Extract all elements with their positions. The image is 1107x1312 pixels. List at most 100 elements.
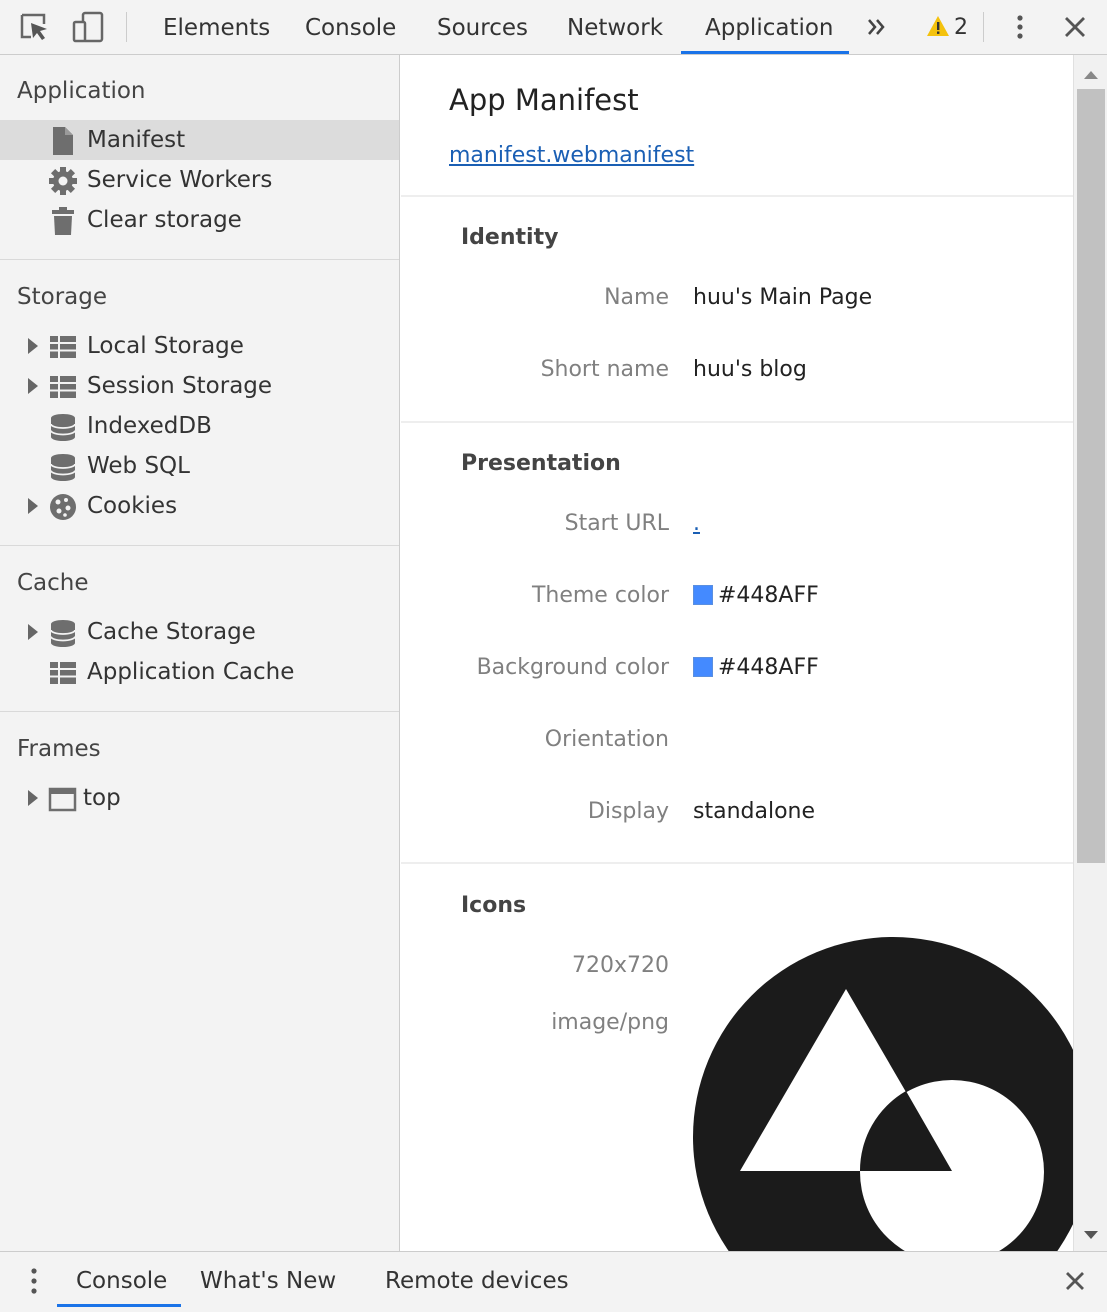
presentation-heading: Presentation (461, 451, 621, 476)
drawer-tab-whats-new[interactable]: What's New (200, 1252, 336, 1310)
short-name-label: Short name (540, 357, 669, 382)
display-value: standalone (693, 799, 816, 824)
section-title-storage: Storage (17, 284, 107, 310)
start-url-label: Start URL (564, 511, 669, 536)
drawer-tab-remote-devices[interactable]: Remote devices (385, 1252, 569, 1310)
scroll-down-arrow-icon[interactable] (1082, 1227, 1100, 1241)
section-title-application: Application (17, 78, 146, 104)
scroll-up-arrow-icon[interactable] (1082, 67, 1100, 81)
sidebar-item-session-storage[interactable]: Session Storage (0, 366, 399, 406)
app-icon-preview (693, 937, 1073, 1251)
sidebar-item-web-sql[interactable]: Web SQL (0, 446, 399, 486)
sidebar-item-label: Service Workers (87, 167, 273, 193)
scrollbar-thumb[interactable] (1077, 89, 1105, 863)
sidebar-item-label: top (83, 785, 121, 811)
warning-icon[interactable] (922, 10, 956, 44)
manifest-file-link[interactable]: manifest.webmanifest (449, 143, 694, 168)
section-divider (401, 862, 1073, 864)
sidebar-item-service-workers[interactable]: Service Workers (0, 160, 399, 200)
frame-icon (48, 784, 78, 814)
grid-icon (48, 372, 78, 402)
grid-icon (48, 658, 78, 688)
page-title: App Manifest (449, 83, 639, 117)
toolbar-separator (983, 12, 984, 42)
grid-icon (48, 332, 78, 362)
tab-network[interactable]: Network (567, 0, 663, 55)
more-options-icon[interactable] (1003, 10, 1037, 44)
tab-sources[interactable]: Sources (437, 0, 528, 55)
application-sidebar: Application Manifest Service Workers Cle… (0, 55, 400, 1251)
icons-heading: Icons (461, 893, 527, 918)
drawer-tab-console[interactable]: Console (76, 1252, 167, 1310)
database-icon (48, 412, 78, 442)
expand-arrow-icon[interactable] (27, 498, 39, 514)
sidebar-item-label: Clear storage (87, 207, 242, 233)
active-drawer-tab-indicator (57, 1304, 181, 1307)
sidebar-item-manifest[interactable]: Manifest (0, 120, 399, 160)
sidebar-item-label: Session Storage (87, 373, 273, 399)
trash-icon (48, 206, 78, 236)
name-value: huu's Main Page (693, 285, 873, 310)
sidebar-item-label: Web SQL (87, 453, 190, 479)
theme-color-value: #448AFF (693, 583, 819, 608)
more-tabs-chevron-icon[interactable] (860, 10, 894, 44)
sidebar-item-local-storage[interactable]: Local Storage (0, 326, 399, 366)
database-icon (48, 452, 78, 482)
sidebar-item-label: IndexedDB (87, 413, 212, 439)
sidebar-item-clear-storage[interactable]: Clear storage (0, 200, 399, 240)
sidebar-item-frame-top[interactable]: top (0, 778, 399, 818)
inspect-element-icon[interactable] (17, 10, 51, 44)
theme-color-text: #448AFF (718, 583, 819, 608)
sidebar-item-label: Cookies (87, 493, 178, 519)
display-label: Display (587, 799, 669, 824)
devtools-toolbar: Elements Console Sources Network Applica… (0, 0, 1107, 55)
sidebar-item-label: Application Cache (87, 659, 295, 685)
section-divider (401, 421, 1073, 423)
name-label: Name (604, 285, 669, 310)
close-drawer-icon[interactable] (1058, 1264, 1092, 1298)
sidebar-item-indexeddb[interactable]: IndexedDB (0, 406, 399, 446)
expand-arrow-icon[interactable] (27, 790, 39, 806)
tab-console[interactable]: Console (305, 0, 396, 55)
section-divider (0, 711, 399, 712)
short-name-value: huu's blog (693, 357, 807, 382)
section-divider (0, 259, 399, 260)
bottom-drawer: Console What's New Remote devices (0, 1251, 1107, 1312)
toolbar-separator (126, 12, 127, 42)
sidebar-item-label: Local Storage (87, 333, 244, 359)
background-color-text: #448AFF (718, 655, 819, 680)
sidebar-item-application-cache[interactable]: Application Cache (0, 652, 399, 692)
active-tab-indicator (681, 51, 849, 54)
vertical-scrollbar[interactable] (1073, 55, 1107, 1251)
start-url-link[interactable]: . (693, 511, 700, 536)
section-divider (0, 545, 399, 546)
tab-elements[interactable]: Elements (163, 0, 270, 55)
sidebar-item-label: Cache Storage (87, 619, 256, 645)
tab-application[interactable]: Application (705, 0, 834, 55)
close-devtools-icon[interactable] (1058, 10, 1092, 44)
section-title-frames: Frames (17, 736, 101, 762)
section-title-cache: Cache (17, 570, 89, 596)
database-icon (48, 618, 78, 648)
section-divider (401, 195, 1073, 197)
sidebar-item-cookies[interactable]: Cookies (0, 486, 399, 526)
drawer-menu-icon[interactable] (20, 1264, 48, 1298)
background-color-label: Background color (476, 655, 669, 680)
gear-icon (48, 166, 78, 196)
background-color-swatch (693, 657, 713, 677)
expand-arrow-icon[interactable] (27, 378, 39, 394)
theme-color-label: Theme color (531, 583, 669, 608)
icon-type-label: image/png (551, 1010, 669, 1035)
background-color-value: #448AFF (693, 655, 819, 680)
sidebar-item-label: Manifest (87, 127, 186, 153)
expand-arrow-icon[interactable] (27, 624, 39, 640)
orientation-label: Orientation (544, 727, 669, 752)
identity-heading: Identity (461, 225, 559, 250)
device-toolbar-icon[interactable] (71, 10, 105, 44)
icon-size-label: 720x720 (571, 953, 669, 978)
expand-arrow-icon[interactable] (27, 338, 39, 354)
file-icon (48, 126, 78, 156)
warning-count[interactable]: 2 (954, 0, 968, 55)
sidebar-item-cache-storage[interactable]: Cache Storage (0, 612, 399, 652)
cookie-icon (48, 492, 78, 522)
